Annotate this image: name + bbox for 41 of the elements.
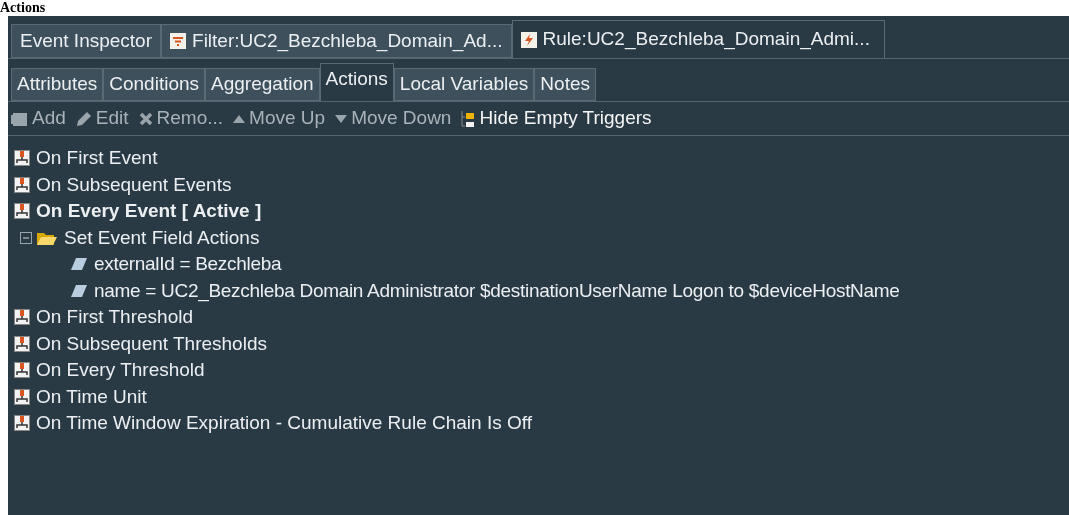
trigger-icon xyxy=(14,176,30,193)
section-tab[interactable]: Local Variables xyxy=(393,68,535,101)
editor-tab[interactable]: Rule:UC2_Bezchleba_Domain_Admi... xyxy=(511,20,885,58)
section-heading: Actions xyxy=(0,0,46,15)
action-label[interactable]: externalId = Bezchleba xyxy=(94,250,282,279)
triangle-up-icon xyxy=(233,114,246,123)
close-icon xyxy=(138,111,153,126)
action-label[interactable]: name = UC2_Bezchleba Domain Administrator $destinationUserName Logon to $deviceHostName xyxy=(94,276,900,305)
lightning-icon xyxy=(520,31,537,48)
toolbar-button[interactable]: Hide Empty Triggers xyxy=(461,104,652,133)
editor-tab[interactable]: Filter:UC2_Bezchleba_Domain_Ad... xyxy=(161,24,512,58)
pencil-icon xyxy=(75,110,92,127)
section-tab[interactable]: Aggregation xyxy=(205,68,320,101)
trigger-label[interactable]: On Subsequent Events xyxy=(36,170,232,199)
trigger-label[interactable]: On Every Event [ Active ] xyxy=(36,197,262,226)
trigger-icon xyxy=(14,309,30,326)
section-tab[interactable]: Conditions xyxy=(103,68,206,101)
field-icon xyxy=(70,283,88,298)
field-icon xyxy=(70,257,88,272)
folder-label[interactable]: Set Event Field Actions xyxy=(64,223,260,252)
trigger-label[interactable]: On Subsequent Thresholds xyxy=(36,329,267,358)
section-tab[interactable]: Notes xyxy=(534,68,596,101)
trigger-icon xyxy=(14,415,30,432)
trigger-label[interactable]: On Time Window Expiration - Cumulative Rule Chain Is Off xyxy=(36,409,532,438)
trigger-icon xyxy=(14,203,30,220)
collapse-icon[interactable] xyxy=(20,231,32,244)
add-icon xyxy=(10,110,28,127)
trigger-label[interactable]: On First Event xyxy=(36,144,158,173)
trigger-icon xyxy=(14,150,30,167)
trigger-icon xyxy=(14,388,30,405)
funnel-icon xyxy=(170,33,187,49)
trigger-label[interactable]: On First Threshold xyxy=(36,303,193,332)
tree-icon xyxy=(461,109,476,128)
section-tab[interactable]: Actions xyxy=(319,63,394,101)
trigger-icon xyxy=(14,362,30,379)
trigger-label[interactable]: On Time Unit xyxy=(36,382,147,411)
triangle-down-icon xyxy=(335,114,348,123)
editor-tab[interactable]: Event Inspector xyxy=(11,24,162,58)
trigger-icon xyxy=(14,335,30,352)
section-tab[interactable]: Attributes xyxy=(11,68,104,101)
trigger-label[interactable]: On Every Threshold xyxy=(36,356,205,385)
